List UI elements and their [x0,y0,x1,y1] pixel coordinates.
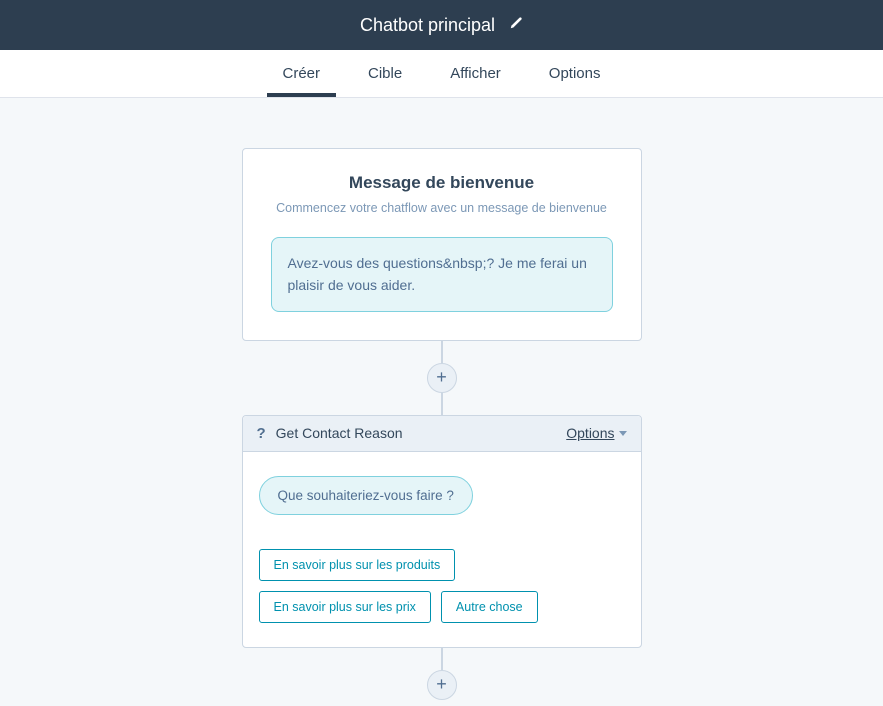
choice-chip[interactable]: En savoir plus sur les prix [259,591,431,623]
tabs-nav: Créer Cible Afficher Options [0,50,883,98]
tab-options[interactable]: Options [549,51,601,96]
tab-create[interactable]: Créer [283,51,321,96]
choice-chip[interactable]: Autre chose [441,591,538,623]
edit-title-button[interactable] [509,16,523,35]
step-name: Get Contact Reason [276,425,403,441]
choice-chips: En savoir plus sur les produits En savoi… [259,549,625,623]
step-options-menu[interactable]: Options [566,425,626,441]
question-icon: ? [257,425,266,442]
page-title: Chatbot principal [360,15,495,36]
step-body: Que souhaiteriez-vous faire ? En savoir … [243,452,641,647]
pencil-icon [509,16,523,30]
chevron-down-icon [619,431,627,436]
add-step-button[interactable]: + [427,363,457,393]
step-header: ? Get Contact Reason Options [243,416,641,452]
add-step-button[interactable]: + [427,670,457,700]
step-prompt-bubble: Que souhaiteriez-vous faire ? [259,476,473,515]
choice-chip[interactable]: En savoir plus sur les produits [259,549,456,581]
plus-icon: + [436,367,447,388]
welcome-message-bubble: Avez-vous des questions&nbsp;? Je me fer… [271,237,613,312]
connector-line [441,341,443,363]
step-card[interactable]: ? Get Contact Reason Options Que souhait… [242,415,642,648]
flow-canvas: Message de bienvenue Commencez votre cha… [0,98,883,700]
welcome-card[interactable]: Message de bienvenue Commencez votre cha… [242,148,642,341]
welcome-subtitle: Commencez votre chatflow avec un message… [271,201,613,215]
tab-target[interactable]: Cible [368,51,402,96]
step-options-label: Options [566,425,614,441]
welcome-title: Message de bienvenue [271,173,613,193]
plus-icon: + [436,674,447,695]
connector-line [441,648,443,670]
connector-line [441,393,443,415]
tab-display[interactable]: Afficher [450,51,501,96]
app-header: Chatbot principal [0,0,883,50]
